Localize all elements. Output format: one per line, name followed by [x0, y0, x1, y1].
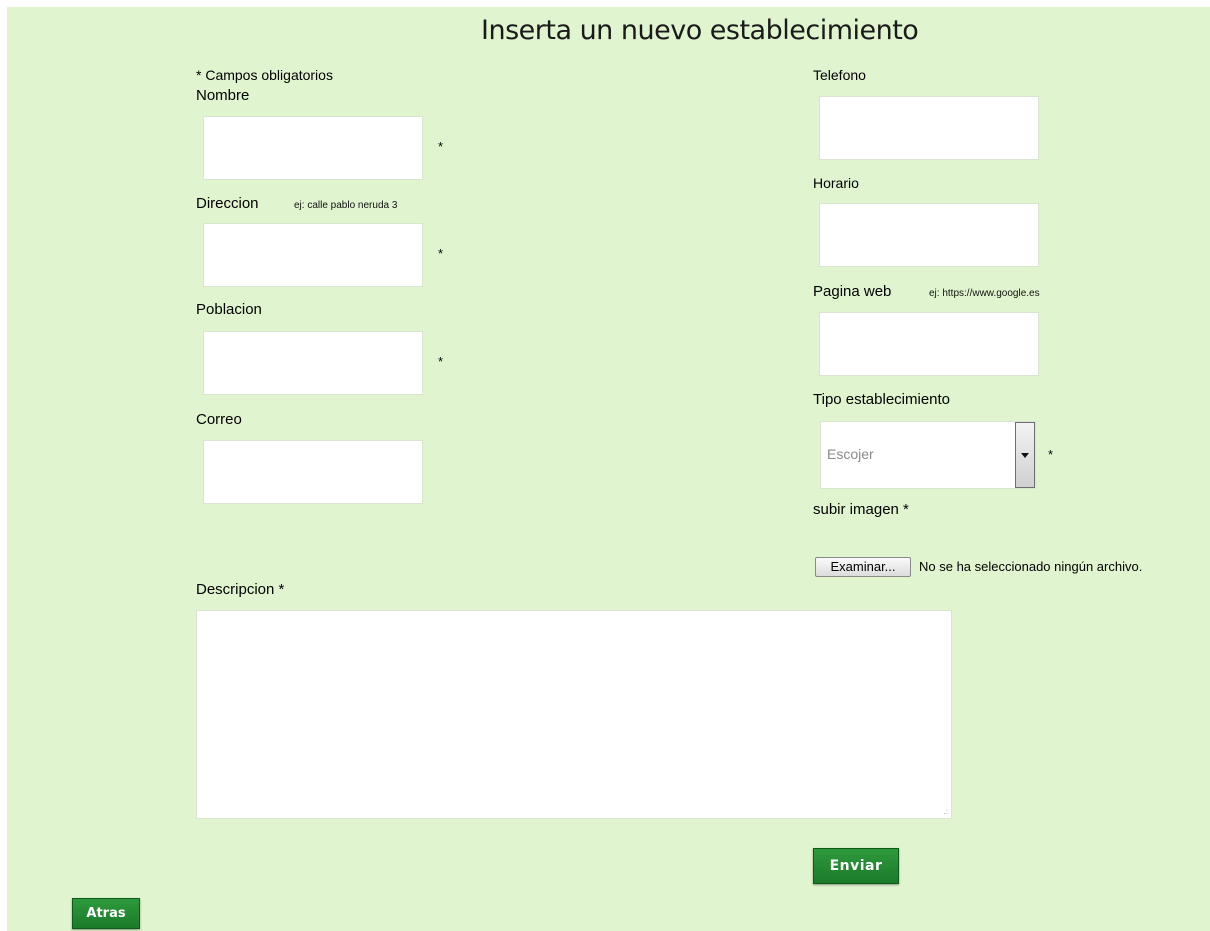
nombre-required-mark: * — [438, 139, 444, 154]
tipo-select[interactable]: Escojer — [820, 421, 1036, 489]
form-panel: Inserta un nuevo establecimiento * Campo… — [7, 7, 1210, 931]
descripcion-textarea[interactable]: .: — [196, 610, 952, 819]
direccion-hint: ej: calle pablo neruda 3 — [294, 200, 398, 211]
correo-input[interactable] — [203, 440, 423, 504]
chevron-down-icon[interactable] — [1015, 422, 1035, 488]
direccion-input[interactable] — [203, 223, 423, 287]
telefono-input[interactable] — [819, 96, 1039, 160]
page-title: Inserta un nuevo establecimiento — [481, 15, 919, 46]
poblacion-label: Poblacion — [196, 301, 262, 318]
poblacion-required-mark: * — [438, 354, 444, 369]
resize-grip-icon[interactable]: .: — [944, 808, 948, 816]
horario-input[interactable] — [819, 203, 1039, 267]
tipo-label: Tipo establecimiento — [813, 391, 951, 408]
horario-label: Horario — [813, 175, 859, 191]
tipo-required-mark: * — [1048, 447, 1054, 462]
telefono-label: Telefono — [813, 67, 866, 83]
direccion-required-mark: * — [438, 246, 444, 261]
file-status: No se ha seleccionado ningún archivo. — [919, 559, 1143, 574]
examinar-button[interactable]: Examinar... — [815, 557, 911, 577]
imagen-label: subir imagen * — [813, 501, 909, 518]
pagina-web-input[interactable] — [819, 312, 1039, 376]
poblacion-input[interactable] — [203, 331, 423, 395]
atras-button[interactable]: Atras — [72, 898, 140, 929]
enviar-button[interactable]: Enviar — [813, 848, 899, 884]
tipo-selected-value: Escojer — [827, 446, 874, 462]
pagina-web-label: Pagina web — [813, 283, 892, 300]
nombre-label: Nombre — [196, 87, 250, 104]
direccion-label: Direccion — [196, 195, 259, 212]
pagina-web-hint: ej: https://www.google.es — [929, 288, 1040, 299]
required-note: * Campos obligatorios — [196, 67, 333, 83]
descripcion-label: Descripcion * — [196, 581, 285, 598]
correo-label: Correo — [196, 411, 242, 428]
nombre-input[interactable] — [203, 116, 423, 180]
